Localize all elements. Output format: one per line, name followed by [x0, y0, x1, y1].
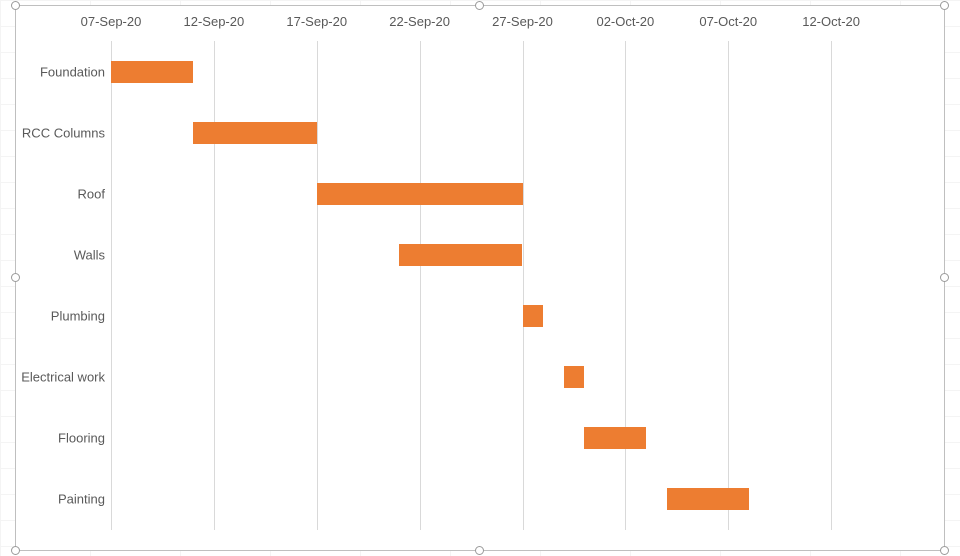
chart-object[interactable]: 07-Sep-20 12-Sep-20 17-Sep-20 22-Sep-20 27-S…	[15, 5, 945, 551]
resize-handle-bottom-mid-icon[interactable]	[475, 546, 484, 555]
x-gridline	[625, 41, 626, 530]
gantt-bar[interactable]	[399, 244, 522, 266]
gantt-bar[interactable]	[667, 488, 749, 510]
resize-handle-top-left-icon[interactable]	[11, 1, 20, 10]
y-axis-category-label: RCC Columns	[22, 125, 105, 140]
resize-handle-bottom-right-icon[interactable]	[940, 546, 949, 555]
x-gridline	[420, 41, 421, 530]
x-axis-tick-label: 02-Oct-20	[596, 14, 654, 29]
x-gridline	[728, 41, 729, 530]
gantt-bar[interactable]	[317, 183, 523, 205]
x-gridline	[317, 41, 318, 530]
x-axis-tick-label: 22-Sep-20	[389, 14, 450, 29]
x-gridline	[111, 41, 112, 530]
y-axis-category-label: Flooring	[58, 431, 105, 446]
resize-handle-top-mid-icon[interactable]	[475, 1, 484, 10]
x-axis-tick-label: 07-Oct-20	[699, 14, 757, 29]
gantt-bar[interactable]	[193, 122, 316, 144]
y-axis-category-label: Painting	[58, 492, 105, 507]
x-axis-tick-label: 17-Sep-20	[286, 14, 347, 29]
x-axis-tick-label: 07-Sep-20	[81, 14, 142, 29]
gantt-bar[interactable]	[584, 427, 646, 449]
y-axis-category-label: Roof	[78, 186, 105, 201]
x-gridline	[214, 41, 215, 530]
x-gridline	[523, 41, 524, 530]
y-axis-category-label: Foundation	[40, 64, 105, 79]
y-axis-category-label: Plumbing	[51, 309, 105, 324]
resize-handle-bottom-left-icon[interactable]	[11, 546, 20, 555]
resize-handle-mid-left-icon[interactable]	[11, 273, 20, 282]
gantt-bar[interactable]	[564, 366, 585, 388]
x-axis-tick-label: 12-Oct-20	[802, 14, 860, 29]
x-axis-tick-label: 12-Sep-20	[184, 14, 245, 29]
y-axis-category-label: Electrical work	[21, 370, 105, 385]
x-axis-tick-label: 27-Sep-20	[492, 14, 553, 29]
gantt-bar[interactable]	[111, 61, 193, 83]
x-gridline	[831, 41, 832, 530]
gantt-bar[interactable]	[523, 305, 544, 327]
resize-handle-mid-right-icon[interactable]	[940, 273, 949, 282]
resize-handle-top-right-icon[interactable]	[940, 1, 949, 10]
y-axis-category-label: Walls	[74, 247, 105, 262]
plot-area[interactable]: 07-Sep-2012-Sep-2017-Sep-2022-Sep-2027-S…	[111, 41, 934, 530]
